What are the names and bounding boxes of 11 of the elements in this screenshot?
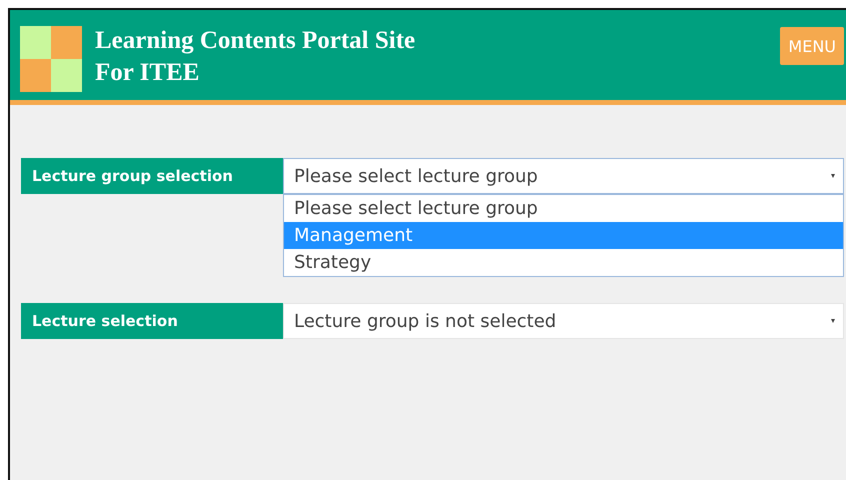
site-title: For ITEE xyxy=(95,58,200,88)
dropdown-option[interactable]: Please select lecture group xyxy=(284,195,843,222)
dropdown-option[interactable]: Strategy xyxy=(284,249,843,276)
select-field[interactable]: Lecture group is not selected xyxy=(283,303,844,339)
caret-icon xyxy=(831,174,835,178)
site-title: Learning Contents Portal Site xyxy=(95,26,416,56)
caret-icon xyxy=(831,319,835,323)
field-label: Lecture group selection xyxy=(21,158,283,194)
select-field[interactable]: Please select lecture group xyxy=(283,158,844,194)
field-label: Lecture selection xyxy=(21,303,283,339)
squares-logo-icon xyxy=(20,26,82,92)
